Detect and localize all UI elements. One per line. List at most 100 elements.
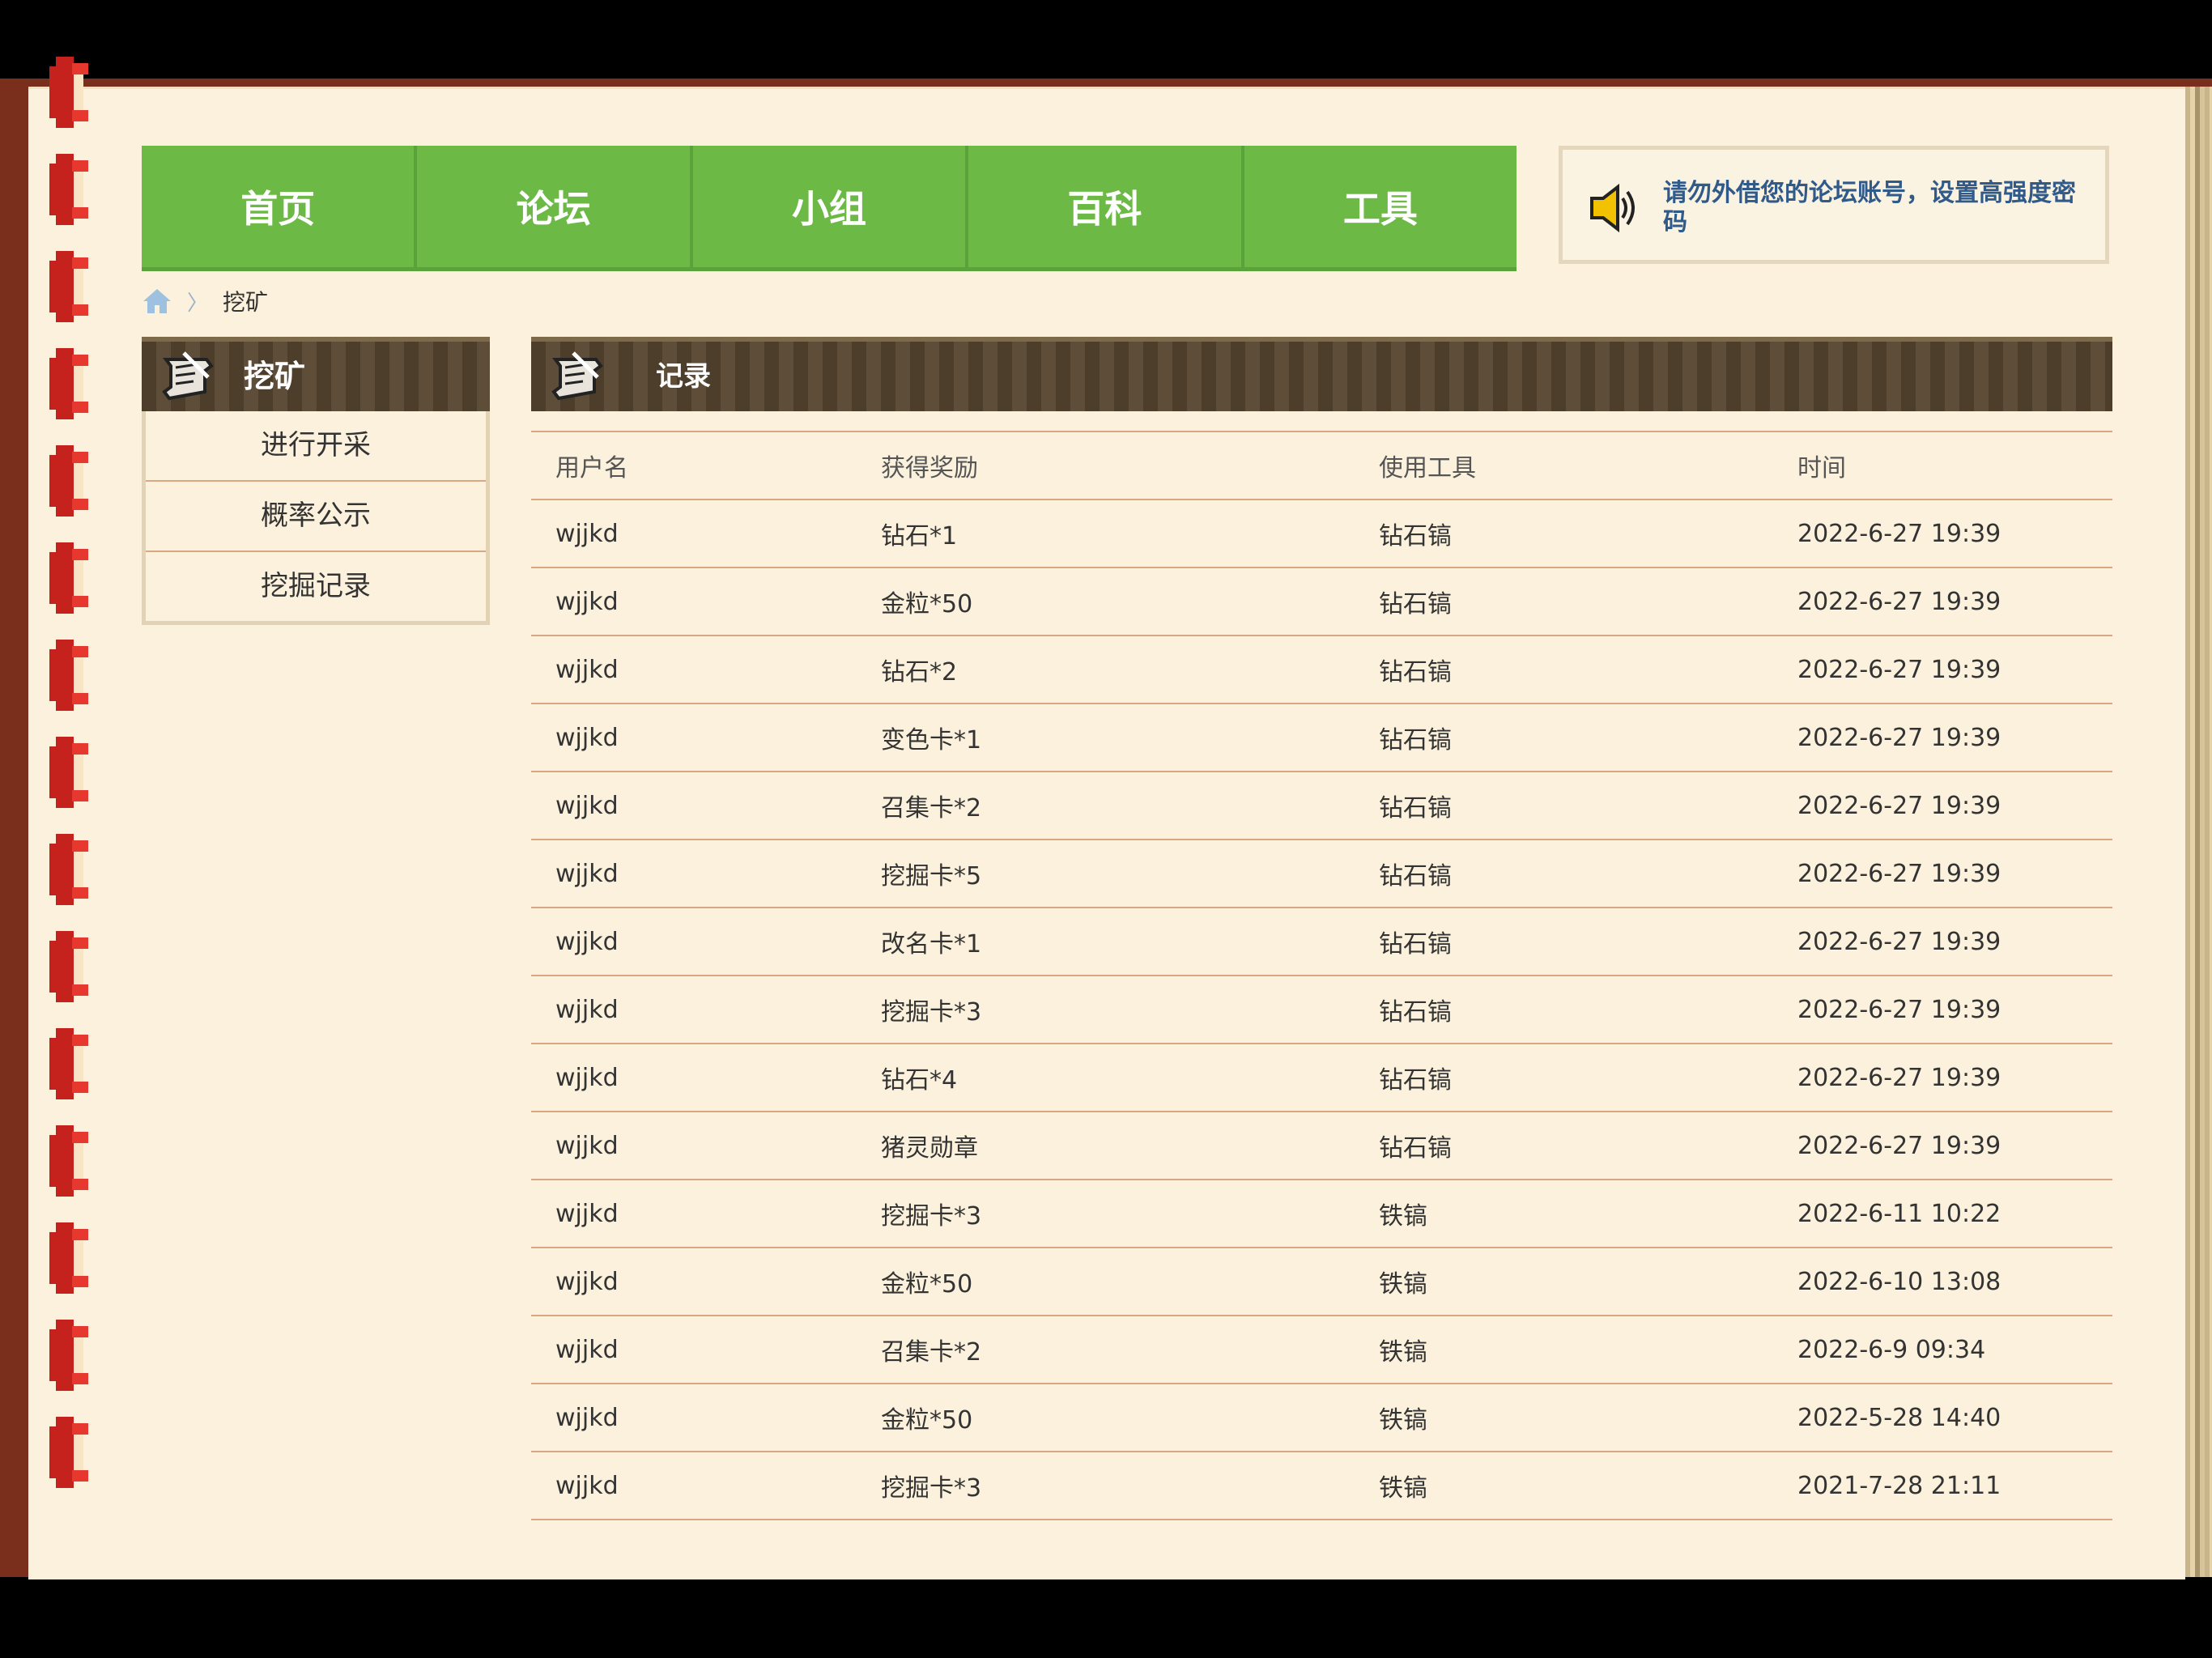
cell-username: wjjkd	[531, 1044, 857, 1112]
table-row: wjjkd 挖掘卡*5 钻石镐 2022-6-27 19:39	[531, 840, 2112, 908]
cell-reward: 变色卡*1	[857, 704, 1355, 772]
cell-username: wjjkd	[531, 1316, 857, 1384]
binding-segment	[45, 445, 89, 517]
binding-segment	[45, 251, 89, 322]
table-row: wjjkd 召集卡*2 铁镐 2022-6-9 09:34	[531, 1316, 2112, 1384]
sidebar-title: 挖矿	[244, 359, 306, 394]
binding-segment	[45, 154, 89, 225]
column-header-reward: 获得奖励	[857, 432, 1355, 500]
sidebar-menu: 进行开采 概率公示 挖掘记录	[142, 411, 490, 625]
cell-reward: 挖掘卡*3	[857, 976, 1355, 1044]
nav-home[interactable]: 首页	[142, 146, 418, 267]
cell-tool: 铁镐	[1355, 1180, 1773, 1248]
cell-time: 2021-7-28 21:11	[1773, 1452, 2112, 1520]
cell-tool: 钻石镐	[1355, 704, 1773, 772]
cell-username: wjjkd	[531, 772, 857, 840]
cell-tool: 铁镐	[1355, 1452, 1773, 1520]
cell-reward: 钻石*4	[857, 1044, 1355, 1112]
table-row: wjjkd 金粒*50 钻石镐 2022-6-27 19:39	[531, 568, 2112, 636]
breadcrumb: 〉 挖矿	[142, 285, 268, 317]
cell-time: 2022-6-27 19:39	[1773, 568, 2112, 636]
cell-tool: 钻石镐	[1355, 636, 1773, 704]
cell-time: 2022-6-27 19:39	[1773, 840, 2112, 908]
cell-time: 2022-6-27 19:39	[1773, 772, 2112, 840]
cell-time: 2022-5-28 14:40	[1773, 1384, 2112, 1452]
speaker-icon	[1590, 183, 1635, 233]
sidebar-item-probability[interactable]: 概率公示	[146, 482, 486, 552]
cell-reward: 挖掘卡*3	[857, 1452, 1355, 1520]
sidebar: 挖矿 进行开采 概率公示 挖掘记录	[142, 337, 490, 625]
cell-tool: 钻石镐	[1355, 908, 1773, 976]
cell-tool: 铁镐	[1355, 1316, 1773, 1384]
notice-text: 请勿外借您的论坛账号，设置高强度密码	[1663, 179, 2076, 236]
column-header-time: 时间	[1773, 432, 2112, 500]
quill-scroll-icon	[162, 351, 214, 401]
cell-time: 2022-6-27 19:39	[1773, 908, 2112, 976]
cell-reward: 猪灵勋章	[857, 1112, 1355, 1180]
sidebar-header: 挖矿	[142, 337, 490, 411]
cell-time: 2022-6-27 19:39	[1773, 1044, 2112, 1112]
table-row: wjjkd 钻石*4 钻石镐 2022-6-27 19:39	[531, 1044, 2112, 1112]
cell-reward: 金粒*50	[857, 1384, 1355, 1452]
page-edge	[2185, 87, 2212, 1577]
cell-username: wjjkd	[531, 636, 857, 704]
cell-username: wjjkd	[531, 1180, 857, 1248]
binding-segment	[45, 1417, 89, 1488]
cell-username: wjjkd	[531, 908, 857, 976]
cell-time: 2022-6-27 19:39	[1773, 500, 2112, 568]
records-table: 用户名 获得奖励 使用工具 时间 wjjkd 钻石*1 钻石镐 2022-6-27 1…	[531, 431, 2112, 1520]
cell-time: 2022-6-9 09:34	[1773, 1316, 2112, 1384]
binding-segment	[45, 1125, 89, 1197]
cell-reward: 召集卡*2	[857, 1316, 1355, 1384]
cell-username: wjjkd	[531, 1248, 857, 1316]
cell-username: wjjkd	[531, 1384, 857, 1452]
sidebar-item-mine[interactable]: 进行开采	[146, 411, 486, 482]
cell-time: 2022-6-27 19:39	[1773, 976, 2112, 1044]
table-row: wjjkd 变色卡*1 钻石镐 2022-6-27 19:39	[531, 704, 2112, 772]
cell-reward: 召集卡*2	[857, 772, 1355, 840]
table-row: wjjkd 挖掘卡*3 铁镐 2021-7-28 21:11	[531, 1452, 2112, 1520]
binding-segment	[45, 1320, 89, 1391]
table-header-row: 用户名 获得奖励 使用工具 时间	[531, 432, 2112, 500]
cell-username: wjjkd	[531, 500, 857, 568]
binding-segment	[45, 640, 89, 711]
cell-reward: 改名卡*1	[857, 908, 1355, 976]
binding-segment	[45, 1028, 89, 1099]
breadcrumb-current: 挖矿	[223, 289, 269, 316]
cell-tool: 铁镐	[1355, 1248, 1773, 1316]
cell-time: 2022-6-27 19:39	[1773, 636, 2112, 704]
nav-tools[interactable]: 工具	[1244, 146, 1516, 267]
cell-tool: 钻石镐	[1355, 976, 1773, 1044]
sidebar-item-records[interactable]: 挖掘记录	[146, 552, 486, 621]
table-row: wjjkd 召集卡*2 钻石镐 2022-6-27 19:39	[531, 772, 2112, 840]
cell-tool: 钻石镐	[1355, 772, 1773, 840]
book-binding	[45, 57, 89, 1522]
cell-time: 2022-6-27 19:39	[1773, 1112, 2112, 1180]
binding-segment	[45, 834, 89, 905]
nav-groups[interactable]: 小组	[693, 146, 969, 267]
table-row: wjjkd 钻石*1 钻石镐 2022-6-27 19:39	[531, 500, 2112, 568]
quill-scroll-icon	[551, 351, 603, 401]
binding-segment	[45, 57, 89, 128]
cell-reward: 钻石*1	[857, 500, 1355, 568]
cell-reward: 挖掘卡*5	[857, 840, 1355, 908]
nav-wiki[interactable]: 百科	[968, 146, 1244, 267]
binding-segment	[45, 1222, 89, 1294]
table-row: wjjkd 挖掘卡*3 钻石镐 2022-6-27 19:39	[531, 976, 2112, 1044]
binding-segment	[45, 931, 89, 1002]
cell-username: wjjkd	[531, 704, 857, 772]
table-row: wjjkd 金粒*50 铁镐 2022-6-10 13:08	[531, 1248, 2112, 1316]
table-row: wjjkd 改名卡*1 钻石镐 2022-6-27 19:39	[531, 908, 2112, 976]
cell-username: wjjkd	[531, 976, 857, 1044]
column-header-username: 用户名	[531, 432, 857, 500]
cell-tool: 钻石镐	[1355, 1044, 1773, 1112]
records-title: 记录	[656, 360, 711, 393]
cell-username: wjjkd	[531, 568, 857, 636]
cell-username: wjjkd	[531, 840, 857, 908]
nav-forum[interactable]: 论坛	[417, 146, 693, 267]
records-header: 记录	[531, 337, 2112, 411]
home-icon[interactable]	[142, 287, 172, 315]
cell-reward: 钻石*2	[857, 636, 1355, 704]
table-row: wjjkd 金粒*50 铁镐 2022-5-28 14:40	[531, 1384, 2112, 1452]
breadcrumb-separator: 〉	[187, 291, 209, 316]
